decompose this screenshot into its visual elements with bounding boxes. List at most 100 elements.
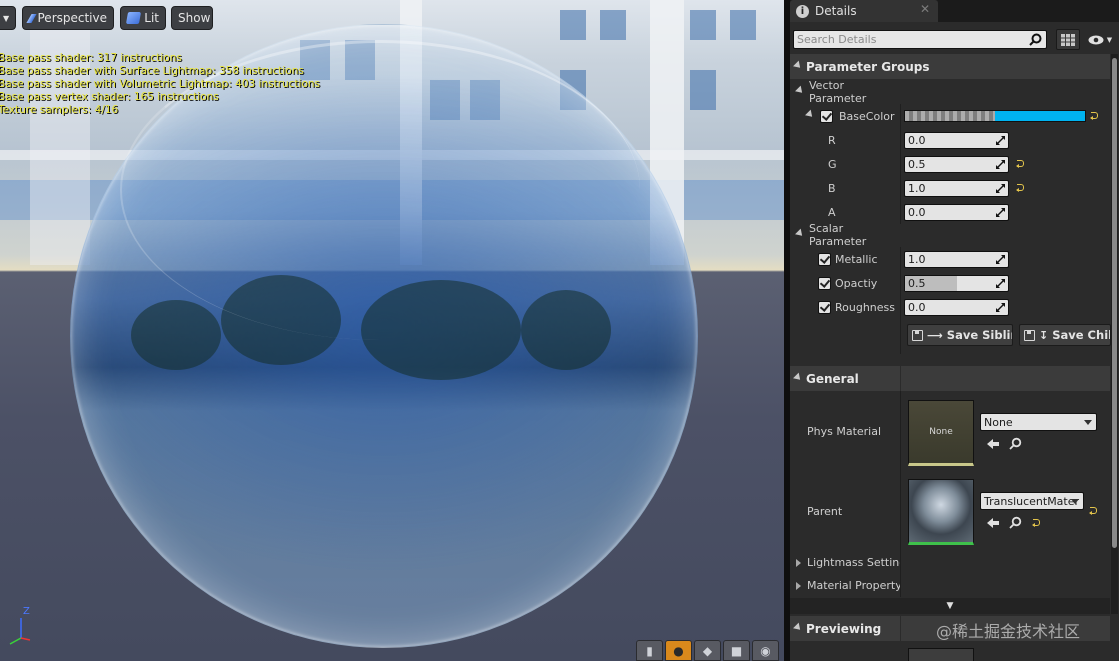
details-search-row: ▼ (790, 26, 1119, 54)
channel-label: B (828, 181, 836, 195)
property-label: Opactiy (835, 276, 878, 290)
details-scrollbar[interactable] (1111, 54, 1118, 614)
close-icon[interactable]: ✕ (920, 2, 930, 16)
alpha-checker (905, 111, 995, 121)
category-scalar-parameter[interactable]: Scalar Parameter (790, 222, 1110, 248)
shader-stat-line: Texture samplers: 4/16 (0, 104, 119, 116)
channel-row-b: B 1.0 (790, 176, 1110, 200)
perspective-button[interactable]: Perspective (22, 6, 114, 30)
save-child-label: Save Child (1052, 328, 1110, 342)
drag-arrows-icon (996, 160, 1005, 169)
channel-value-field[interactable]: 0.5 (904, 156, 1009, 173)
section-title: Parameter Groups (806, 59, 930, 74)
shader-stat-line: Base pass shader: 317 instructions (0, 52, 182, 64)
expand-arrow-icon (795, 228, 805, 239)
property-matrix-button[interactable] (1056, 29, 1080, 50)
collapse-arrow-icon (796, 581, 801, 590)
expand-more-bar[interactable]: ▼ (790, 598, 1110, 614)
view-options-button[interactable]: ▼ (1084, 29, 1116, 50)
category-lightmass-settings[interactable]: Lightmass Setting (790, 551, 1110, 574)
arrow-right-icon: ⟶ (927, 328, 943, 342)
phys-material-combo[interactable]: None (980, 413, 1097, 431)
section-general[interactable]: General (790, 366, 1110, 391)
show-button[interactable]: Show (171, 6, 213, 30)
property-label: BaseColor (839, 109, 895, 123)
field-value: 0.0 (908, 206, 926, 219)
viewport-options-button[interactable]: ▼ (0, 6, 16, 30)
scalar-value-field[interactable]: 0.0 (904, 299, 1009, 316)
field-value: 1.0 (908, 253, 926, 266)
scrollbar-thumb[interactable] (1112, 58, 1117, 548)
column-divider (900, 271, 901, 295)
reset-to-default-icon[interactable] (1016, 159, 1026, 169)
browse-search-icon[interactable] (1009, 516, 1022, 529)
cube-icon: ■ (730, 643, 743, 658)
preview-thumbnail[interactable] (908, 648, 974, 661)
custom-mesh-preview-button[interactable]: ◉ (752, 640, 779, 661)
scalar-value-field[interactable]: 0.5 (904, 275, 1009, 292)
channel-value-field[interactable]: 0.0 (904, 204, 1009, 221)
category-material-property-overrides[interactable]: Material Property (790, 574, 1110, 597)
axis-gizmo-icon (9, 618, 31, 645)
category-label: Vector Parameter (809, 79, 867, 105)
drag-arrows-icon (996, 303, 1005, 312)
field-value: 0.5 (908, 277, 926, 290)
save-sibling-label: Save Sibling (946, 328, 1012, 342)
shader-stat-line: Base pass shader with Volumetric Lightma… (0, 78, 321, 90)
combo-value: TranslucentMater (984, 494, 1080, 508)
plane-preview-button[interactable]: ◆ (694, 640, 721, 661)
parent-material-thumbnail[interactable] (908, 479, 974, 545)
sphere-preview-button[interactable]: ● (665, 640, 692, 661)
cube-preview-button[interactable]: ■ (723, 640, 750, 661)
category-vector-parameter[interactable]: Vector Parameter (790, 79, 1110, 105)
cylinder-preview-button[interactable]: ▮ (636, 640, 663, 661)
expand-arrow-icon (793, 372, 803, 383)
channel-value-field[interactable]: 1.0 (904, 180, 1009, 197)
search-icon[interactable] (1029, 33, 1042, 46)
column-divider (900, 104, 901, 128)
tab-details[interactable]: i Details ✕ (790, 0, 938, 22)
reset-to-default-icon[interactable] (1016, 183, 1026, 193)
scalar-override-checkbox[interactable] (818, 276, 831, 290)
save-child-button[interactable]: ↧ Save Child (1019, 324, 1111, 346)
sphere-icon: ● (673, 643, 684, 658)
scalar-row-metallic: Metallic 1.0 (790, 247, 1110, 271)
basecolor-color-swatch[interactable] (904, 110, 1086, 122)
field-value: 0.0 (908, 301, 926, 314)
chevron-down-icon: ▼ (3, 13, 10, 23)
lit-label: Lit (144, 11, 159, 25)
show-label: Show (178, 11, 211, 25)
plane-icon: ◆ (702, 643, 713, 658)
teapot-icon: ◉ (760, 643, 771, 658)
use-selected-arrow-icon[interactable] (986, 517, 1000, 529)
reset-to-default-icon[interactable] (1090, 111, 1100, 121)
phys-material-thumbnail[interactable]: None (908, 400, 974, 466)
channel-value-field[interactable]: 0.0 (904, 132, 1009, 149)
section-title: Previewing (806, 621, 882, 636)
section-parameter-groups[interactable]: Parameter Groups (790, 54, 1110, 79)
basecolor-override-checkbox[interactable] (820, 109, 833, 123)
level-viewport[interactable]: ▼ Perspective Lit Show Base pass shader:… (0, 0, 784, 661)
expand-arrow-icon (793, 60, 803, 71)
reset-to-default-icon[interactable] (1032, 518, 1042, 528)
scalar-override-checkbox[interactable] (818, 300, 831, 314)
search-input[interactable] (794, 31, 1024, 48)
channel-row-g: G 0.5 (790, 152, 1110, 176)
scalar-value-field[interactable]: 1.0 (904, 251, 1009, 268)
lit-button[interactable]: Lit (120, 6, 166, 30)
use-selected-arrow-icon[interactable] (986, 438, 1000, 450)
scalar-row-roughness: Roughness 0.0 (790, 295, 1110, 319)
eye-icon (1088, 35, 1104, 44)
save-sibling-button[interactable]: ⟶ Save Sibling (907, 324, 1013, 346)
parent-material-combo[interactable]: TranslucentMater (980, 492, 1084, 510)
scalar-override-checkbox[interactable] (818, 252, 831, 266)
drag-arrows-icon (996, 208, 1005, 217)
expand-arrow-icon[interactable] (805, 109, 815, 120)
column-divider (900, 200, 901, 224)
reset-to-default-icon[interactable] (1089, 506, 1099, 516)
column-divider (900, 551, 901, 574)
chevron-down-icon (1084, 420, 1092, 425)
channel-row-a: A 0.0 (790, 200, 1110, 224)
collapse-arrow-icon (796, 558, 801, 567)
browse-search-icon[interactable] (1009, 437, 1022, 450)
